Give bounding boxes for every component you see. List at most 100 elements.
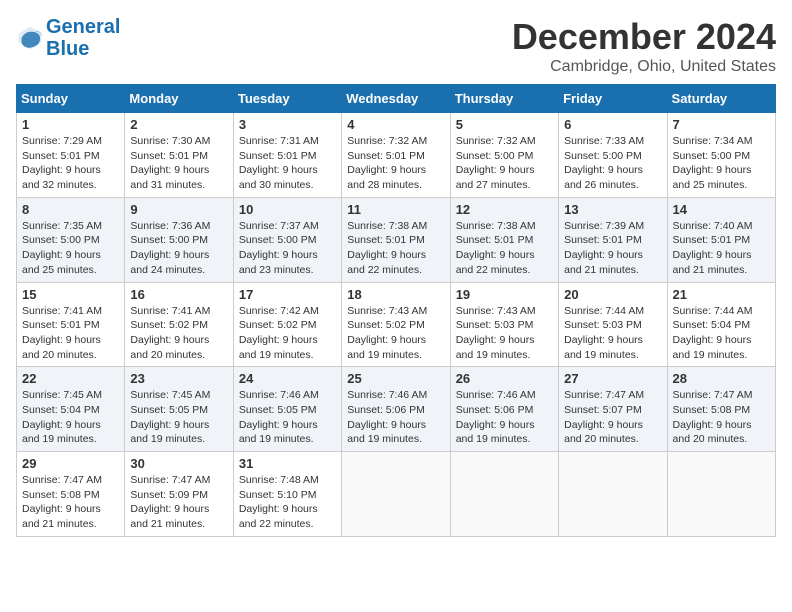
day-number: 15 (22, 287, 119, 302)
calendar-cell: 5 Sunrise: 7:32 AMSunset: 5:00 PMDayligh… (450, 113, 558, 198)
day-detail: Sunrise: 7:43 AMSunset: 5:02 PMDaylight:… (347, 305, 427, 361)
calendar-cell (559, 452, 667, 537)
day-number: 8 (22, 202, 119, 217)
calendar-cell: 3 Sunrise: 7:31 AMSunset: 5:01 PMDayligh… (233, 113, 341, 198)
day-detail: Sunrise: 7:46 AMSunset: 5:06 PMDaylight:… (456, 389, 536, 445)
day-detail: Sunrise: 7:41 AMSunset: 5:01 PMDaylight:… (22, 305, 102, 361)
calendar-cell: 23 Sunrise: 7:45 AMSunset: 5:05 PMDaylig… (125, 367, 233, 452)
location: Cambridge, Ohio, United States (512, 58, 776, 76)
day-number: 25 (347, 371, 444, 386)
calendar-cell: 7 Sunrise: 7:34 AMSunset: 5:00 PMDayligh… (667, 113, 775, 198)
day-number: 31 (239, 456, 336, 471)
day-number: 21 (673, 287, 770, 302)
day-number: 29 (22, 456, 119, 471)
day-detail: Sunrise: 7:44 AMSunset: 5:03 PMDaylight:… (564, 305, 644, 361)
calendar-cell: 19 Sunrise: 7:43 AMSunset: 5:03 PMDaylig… (450, 282, 558, 367)
day-detail: Sunrise: 7:42 AMSunset: 5:02 PMDaylight:… (239, 305, 319, 361)
day-number: 9 (130, 202, 227, 217)
weekday-sunday: Sunday (17, 85, 125, 113)
calendar-cell: 24 Sunrise: 7:46 AMSunset: 5:05 PMDaylig… (233, 367, 341, 452)
day-detail: Sunrise: 7:46 AMSunset: 5:06 PMDaylight:… (347, 389, 427, 445)
day-detail: Sunrise: 7:46 AMSunset: 5:05 PMDaylight:… (239, 389, 319, 445)
calendar-cell: 27 Sunrise: 7:47 AMSunset: 5:07 PMDaylig… (559, 367, 667, 452)
day-detail: Sunrise: 7:47 AMSunset: 5:08 PMDaylight:… (673, 389, 753, 445)
calendar-cell: 8 Sunrise: 7:35 AMSunset: 5:00 PMDayligh… (17, 197, 125, 282)
day-detail: Sunrise: 7:29 AMSunset: 5:01 PMDaylight:… (22, 135, 102, 191)
day-detail: Sunrise: 7:44 AMSunset: 5:04 PMDaylight:… (673, 305, 753, 361)
day-number: 10 (239, 202, 336, 217)
day-number: 2 (130, 117, 227, 132)
day-detail: Sunrise: 7:47 AMSunset: 5:09 PMDaylight:… (130, 474, 210, 530)
logo-icon (16, 24, 44, 52)
calendar-cell: 14 Sunrise: 7:40 AMSunset: 5:01 PMDaylig… (667, 197, 775, 282)
week-row-2: 8 Sunrise: 7:35 AMSunset: 5:00 PMDayligh… (17, 197, 776, 282)
day-number: 27 (564, 371, 661, 386)
day-number: 26 (456, 371, 553, 386)
weekday-header-row: SundayMondayTuesdayWednesdayThursdayFrid… (17, 85, 776, 113)
calendar-cell: 10 Sunrise: 7:37 AMSunset: 5:00 PMDaylig… (233, 197, 341, 282)
calendar-cell: 29 Sunrise: 7:47 AMSunset: 5:08 PMDaylig… (17, 452, 125, 537)
day-detail: Sunrise: 7:43 AMSunset: 5:03 PMDaylight:… (456, 305, 536, 361)
calendar-cell: 6 Sunrise: 7:33 AMSunset: 5:00 PMDayligh… (559, 113, 667, 198)
calendar-cell: 9 Sunrise: 7:36 AMSunset: 5:00 PMDayligh… (125, 197, 233, 282)
day-detail: Sunrise: 7:36 AMSunset: 5:00 PMDaylight:… (130, 220, 210, 276)
week-row-3: 15 Sunrise: 7:41 AMSunset: 5:01 PMDaylig… (17, 282, 776, 367)
day-number: 14 (673, 202, 770, 217)
day-number: 3 (239, 117, 336, 132)
calendar-cell: 18 Sunrise: 7:43 AMSunset: 5:02 PMDaylig… (342, 282, 450, 367)
day-number: 7 (673, 117, 770, 132)
weekday-monday: Monday (125, 85, 233, 113)
calendar-cell (450, 452, 558, 537)
calendar-cell: 30 Sunrise: 7:47 AMSunset: 5:09 PMDaylig… (125, 452, 233, 537)
calendar-cell: 21 Sunrise: 7:44 AMSunset: 5:04 PMDaylig… (667, 282, 775, 367)
calendar-cell: 16 Sunrise: 7:41 AMSunset: 5:02 PMDaylig… (125, 282, 233, 367)
calendar-cell (342, 452, 450, 537)
calendar-cell: 17 Sunrise: 7:42 AMSunset: 5:02 PMDaylig… (233, 282, 341, 367)
calendar-cell: 15 Sunrise: 7:41 AMSunset: 5:01 PMDaylig… (17, 282, 125, 367)
day-detail: Sunrise: 7:34 AMSunset: 5:00 PMDaylight:… (673, 135, 753, 191)
day-number: 28 (673, 371, 770, 386)
week-row-4: 22 Sunrise: 7:45 AMSunset: 5:04 PMDaylig… (17, 367, 776, 452)
day-detail: Sunrise: 7:35 AMSunset: 5:00 PMDaylight:… (22, 220, 102, 276)
title-area: December 2024 Cambridge, Ohio, United St… (512, 16, 776, 76)
day-detail: Sunrise: 7:32 AMSunset: 5:01 PMDaylight:… (347, 135, 427, 191)
weekday-friday: Friday (559, 85, 667, 113)
day-number: 16 (130, 287, 227, 302)
day-number: 11 (347, 202, 444, 217)
day-number: 20 (564, 287, 661, 302)
weekday-tuesday: Tuesday (233, 85, 341, 113)
calendar-cell: 1 Sunrise: 7:29 AMSunset: 5:01 PMDayligh… (17, 113, 125, 198)
day-detail: Sunrise: 7:38 AMSunset: 5:01 PMDaylight:… (347, 220, 427, 276)
day-detail: Sunrise: 7:41 AMSunset: 5:02 PMDaylight:… (130, 305, 210, 361)
day-number: 23 (130, 371, 227, 386)
day-number: 17 (239, 287, 336, 302)
day-detail: Sunrise: 7:33 AMSunset: 5:00 PMDaylight:… (564, 135, 644, 191)
day-detail: Sunrise: 7:47 AMSunset: 5:07 PMDaylight:… (564, 389, 644, 445)
day-detail: Sunrise: 7:37 AMSunset: 5:00 PMDaylight:… (239, 220, 319, 276)
calendar-cell: 4 Sunrise: 7:32 AMSunset: 5:01 PMDayligh… (342, 113, 450, 198)
day-number: 4 (347, 117, 444, 132)
weekday-saturday: Saturday (667, 85, 775, 113)
day-number: 22 (22, 371, 119, 386)
logo-general: General (46, 16, 120, 38)
day-detail: Sunrise: 7:32 AMSunset: 5:00 PMDaylight:… (456, 135, 536, 191)
weekday-wednesday: Wednesday (342, 85, 450, 113)
day-detail: Sunrise: 7:39 AMSunset: 5:01 PMDaylight:… (564, 220, 644, 276)
calendar-cell: 20 Sunrise: 7:44 AMSunset: 5:03 PMDaylig… (559, 282, 667, 367)
day-detail: Sunrise: 7:38 AMSunset: 5:01 PMDaylight:… (456, 220, 536, 276)
calendar-table: SundayMondayTuesdayWednesdayThursdayFrid… (16, 84, 776, 537)
day-detail: Sunrise: 7:40 AMSunset: 5:01 PMDaylight:… (673, 220, 753, 276)
day-number: 30 (130, 456, 227, 471)
calendar-cell: 31 Sunrise: 7:48 AMSunset: 5:10 PMDaylig… (233, 452, 341, 537)
day-number: 6 (564, 117, 661, 132)
calendar-cell: 11 Sunrise: 7:38 AMSunset: 5:01 PMDaylig… (342, 197, 450, 282)
logo-blue: Blue (46, 38, 89, 60)
calendar-cell: 13 Sunrise: 7:39 AMSunset: 5:01 PMDaylig… (559, 197, 667, 282)
day-detail: Sunrise: 7:30 AMSunset: 5:01 PMDaylight:… (130, 135, 210, 191)
day-number: 12 (456, 202, 553, 217)
day-number: 13 (564, 202, 661, 217)
day-number: 1 (22, 117, 119, 132)
week-row-1: 1 Sunrise: 7:29 AMSunset: 5:01 PMDayligh… (17, 113, 776, 198)
day-detail: Sunrise: 7:47 AMSunset: 5:08 PMDaylight:… (22, 474, 102, 530)
calendar-cell: 26 Sunrise: 7:46 AMSunset: 5:06 PMDaylig… (450, 367, 558, 452)
